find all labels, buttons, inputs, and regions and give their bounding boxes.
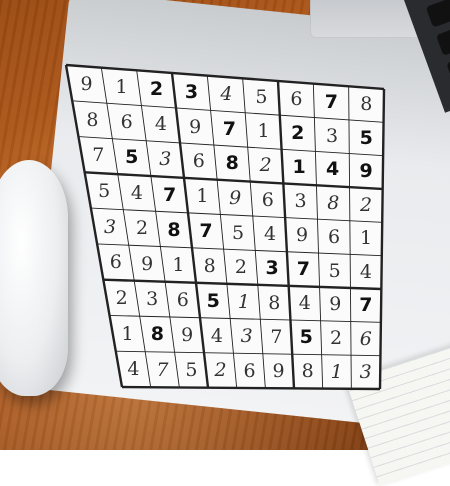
sudoku-cell: 5	[255, 85, 268, 108]
sudoku-cell: 8	[225, 152, 239, 175]
sudoku-cell: 4	[154, 113, 167, 136]
sudoku-cell: 2	[135, 217, 149, 240]
keyboard-key	[435, 26, 450, 56]
sudoku-cell: 2	[149, 78, 164, 101]
sudoku-cell: 6	[290, 88, 303, 111]
sudoku-cell: 2	[291, 122, 305, 145]
sudoku-cell: 9	[189, 115, 202, 138]
sudoku-cell: 1	[257, 120, 270, 143]
sudoku-cell: 7	[163, 183, 177, 206]
keyboard-key	[425, 0, 450, 28]
sudoku-cell: 1	[292, 156, 306, 179]
sudoku-cell: 8	[167, 218, 181, 241]
sudoku-cell: 3	[159, 148, 172, 171]
sudoku-cell: 3	[294, 190, 307, 213]
sudoku-cell: 7	[199, 220, 213, 243]
sudoku-cell: 7	[324, 90, 338, 113]
sudoku-cell: 8	[86, 108, 99, 131]
sudoku-cell: 5	[125, 146, 139, 169]
sudoku-cell: 3	[184, 80, 199, 103]
sudoku-cell: 7	[92, 144, 105, 167]
sudoku-cell: 8	[360, 93, 373, 116]
sudoku-cell: 4	[263, 222, 277, 245]
sudoku-cell: 6	[261, 188, 274, 211]
sudoku-cell: 4	[359, 260, 372, 283]
sudoku-cell: 1	[196, 185, 209, 208]
sudoku-cell: 9	[80, 73, 93, 96]
sudoku-cell: 1	[359, 227, 373, 250]
sudoku-cell: 5	[231, 221, 245, 244]
sudoku-cell: 5	[98, 180, 111, 203]
sudoku-cell: 6	[359, 327, 372, 350]
sudoku-cell: 3	[359, 361, 372, 384]
sudoku-cell: 6	[192, 150, 205, 173]
sudoku-cell: 2	[360, 193, 373, 216]
sudoku-cell: 4	[130, 181, 143, 204]
keyboard-key	[446, 54, 450, 85]
sudoku-cell: 2	[259, 154, 272, 177]
sudoku-cell: 1	[115, 75, 128, 98]
sudoku-cell: 4	[326, 158, 340, 181]
sudoku-cell: 6	[120, 111, 133, 134]
sudoku-cell: 8	[327, 192, 340, 215]
sudoku-cell: 3	[325, 124, 339, 147]
sudoku-cell: 7	[359, 294, 373, 317]
computer-mouse	[0, 160, 68, 396]
sudoku-cell: 9	[359, 160, 373, 183]
sudoku-cell: 7	[222, 117, 236, 140]
sudoku-cell: 9	[229, 186, 242, 209]
sudoku-cell: 5	[359, 126, 373, 149]
sudoku-cell: 4	[220, 83, 233, 106]
sudoku-cell: 6	[327, 225, 341, 248]
sudoku-cell: 9	[295, 224, 309, 247]
sudoku-cell: 3	[103, 215, 117, 238]
